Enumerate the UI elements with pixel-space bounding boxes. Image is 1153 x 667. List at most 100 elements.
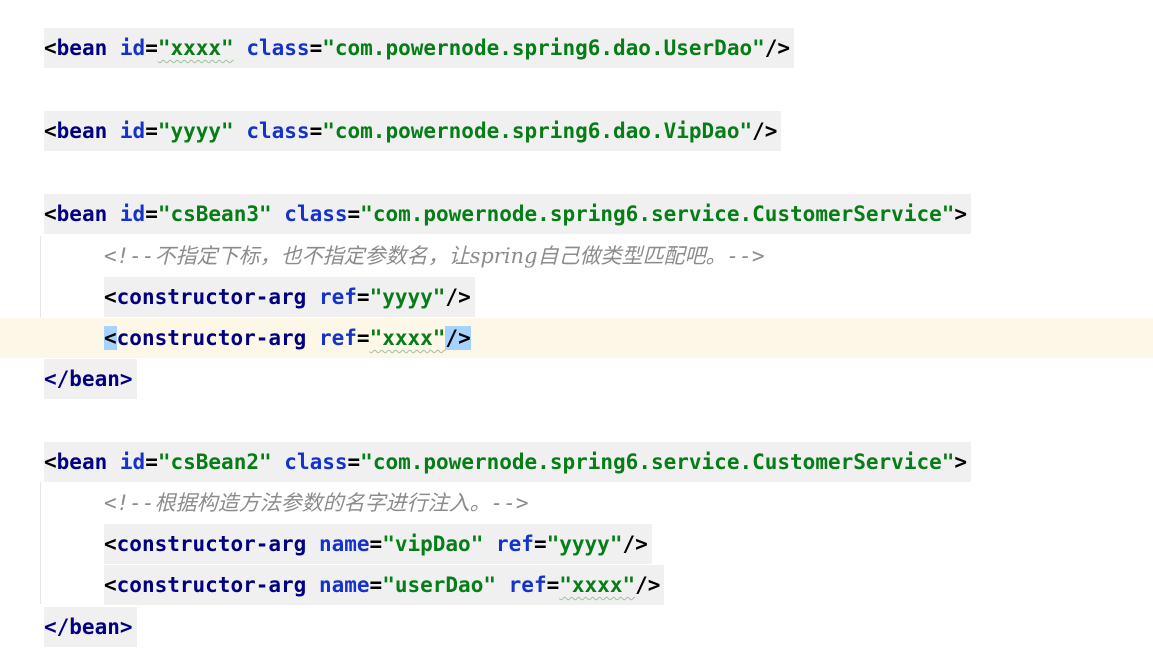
attr-equals: = [309, 119, 323, 143]
tag-open-bracket: < [104, 532, 117, 556]
xml-comment: <!--根据构造方法参数的名字进行注入。--> [104, 483, 529, 523]
attr-value-text: "xxxx" [157, 36, 234, 60]
attr-equals: = [309, 36, 323, 60]
attr-name: class [246, 36, 310, 60]
attr-equals: = [546, 573, 560, 597]
tag-close-bracket: /> [445, 285, 471, 309]
attr-value: "com.powernode.spring6.service.CustomerS… [360, 450, 955, 474]
tag-close-bracket: /> [635, 573, 661, 597]
attr-value: "csBean3" [157, 202, 272, 226]
code-line-11[interactable]: <constructor-arg name="userDao" ref="xxx… [0, 565, 1153, 605]
attr-value: "com.powernode.spring6.dao.VipDao" [322, 119, 753, 143]
attr-equals: = [347, 450, 361, 474]
tag-open-bracket: < [44, 450, 57, 474]
attr-equals: = [533, 532, 547, 556]
tag-open-bracket: < [104, 285, 117, 309]
comment-text: 不指定下标，也不指定参数名，让spring自己做类型匹配吧。 [154, 244, 727, 268]
attr-value: "xxxx" [370, 326, 446, 350]
tag-close-bracket: /> [752, 119, 778, 143]
comment-open: <!-- [104, 491, 155, 515]
bean-close-tag: </bean> [44, 607, 137, 647]
attr-equals: = [356, 285, 370, 309]
code-line-7[interactable]: </bean> [0, 359, 1153, 399]
attr-name: name [318, 573, 370, 597]
code-line-5[interactable]: <constructor-arg ref="yyyy"/> [0, 277, 1153, 317]
tag-close-bracket: > [954, 450, 968, 474]
code-line-12[interactable]: </bean> [0, 607, 1153, 647]
code-line-3[interactable]: <bean id="csBean3" class="com.powernode.… [0, 194, 1153, 234]
attr-value: "yyyy" [157, 119, 234, 143]
tag-name: bean [56, 36, 108, 60]
tag-close-bracket: /> [764, 36, 791, 60]
attr-equals: = [145, 36, 158, 60]
attr-name: ref [508, 573, 547, 597]
code-line-2[interactable]: <bean id="yyyy" class="com.powernode.spr… [0, 111, 1153, 151]
tag-open-bracket: < [44, 202, 57, 226]
attr-equals: = [145, 450, 158, 474]
attr-equals: = [347, 202, 361, 226]
comment-close: --> [490, 491, 529, 515]
attr-name: class [246, 119, 310, 143]
bean-userdao-element: <bean id="xxxx" class="com.powernode.spr… [44, 28, 795, 68]
attr-value: "yyyy" [546, 532, 623, 556]
attr-name: name [318, 532, 370, 556]
tag-name: bean [56, 202, 108, 226]
attr-equals: = [145, 202, 158, 226]
comment-text: 根据构造方法参数的名字进行注入。 [154, 491, 491, 515]
bean-vipdao-element: <bean id="yyyy" class="com.powernode.spr… [44, 111, 782, 151]
attr-value-text: "xxxx" [369, 326, 446, 350]
attr-name: class [284, 202, 348, 226]
tag-open-bracket: < [44, 36, 57, 60]
constructor-arg-element: <constructor-arg ref="xxxx"/> [104, 318, 471, 358]
attr-name: ref [318, 326, 357, 350]
tag-close-bracket: > [954, 202, 968, 226]
bean-csbean3-open-tag: <bean id="csBean3" class="com.powernode.… [44, 194, 972, 234]
attr-value-text: "xxxx" [559, 573, 636, 597]
code-line-4[interactable]: <!--不指定下标，也不指定参数名，让spring自己做类型匹配吧。--> [0, 236, 1153, 276]
tag-name: constructor-arg [116, 326, 307, 350]
tag-open-bracket: < [104, 573, 117, 597]
tag-name: bean [56, 450, 108, 474]
attr-value: "com.powernode.spring6.dao.UserDao" [322, 36, 765, 60]
comment-close: --> [726, 244, 765, 268]
tag-close-bracket-highlight: /> [445, 326, 471, 350]
code-line-10[interactable]: <constructor-arg name="vipDao" ref="yyyy… [0, 524, 1153, 564]
attr-equals: = [145, 119, 158, 143]
attr-name: class [284, 450, 348, 474]
tag-open-bracket: < [44, 119, 57, 143]
attr-value: "xxxx" [158, 36, 234, 60]
code-line-9[interactable]: <!--根据构造方法参数的名字进行注入。--> [0, 483, 1153, 523]
attr-name: id [119, 450, 146, 474]
tag-name: constructor-arg [116, 573, 307, 597]
constructor-arg-element: <constructor-arg ref="yyyy"/> [104, 277, 475, 317]
attr-value: "com.powernode.spring6.service.CustomerS… [360, 202, 955, 226]
attr-equals: = [369, 532, 383, 556]
attr-value: "yyyy" [369, 285, 446, 309]
xml-comment: <!--不指定下标，也不指定参数名，让spring自己做类型匹配吧。--> [104, 236, 764, 276]
attr-value: "vipDao" [382, 532, 484, 556]
bean-close-tag: </bean> [44, 359, 137, 399]
tag-open-bracket-highlight: < [104, 326, 117, 350]
attr-value: "xxxx" [559, 573, 635, 597]
tag-name: constructor-arg [116, 532, 307, 556]
attr-value: "userDao" [382, 573, 496, 597]
code-line-8[interactable]: <bean id="csBean2" class="com.powernode.… [0, 442, 1153, 482]
attr-equals: = [369, 573, 383, 597]
tag-close-bracket: /> [622, 532, 648, 556]
tag-name: bean [56, 119, 108, 143]
constructor-arg-element: <constructor-arg name="userDao" ref="xxx… [104, 565, 665, 605]
bean-csbean2-open-tag: <bean id="csBean2" class="com.powernode.… [44, 442, 972, 482]
attr-name: ref [318, 285, 357, 309]
code-editor[interactable]: <bean id="xxxx" class="com.powernode.spr… [0, 0, 1153, 667]
code-line-1[interactable]: <bean id="xxxx" class="com.powernode.spr… [0, 28, 1153, 68]
attr-name: id [119, 36, 146, 60]
attr-value: "csBean2" [157, 450, 272, 474]
attr-equals: = [356, 326, 370, 350]
tag-name: constructor-arg [116, 285, 307, 309]
attr-name: ref [496, 532, 534, 556]
constructor-arg-element: <constructor-arg name="vipDao" ref="yyyy… [104, 524, 652, 564]
comment-open: <!-- [104, 244, 155, 268]
attr-name: id [119, 202, 146, 226]
code-line-6-current[interactable]: <constructor-arg ref="xxxx"/> [0, 318, 1153, 358]
attr-name: id [119, 119, 146, 143]
